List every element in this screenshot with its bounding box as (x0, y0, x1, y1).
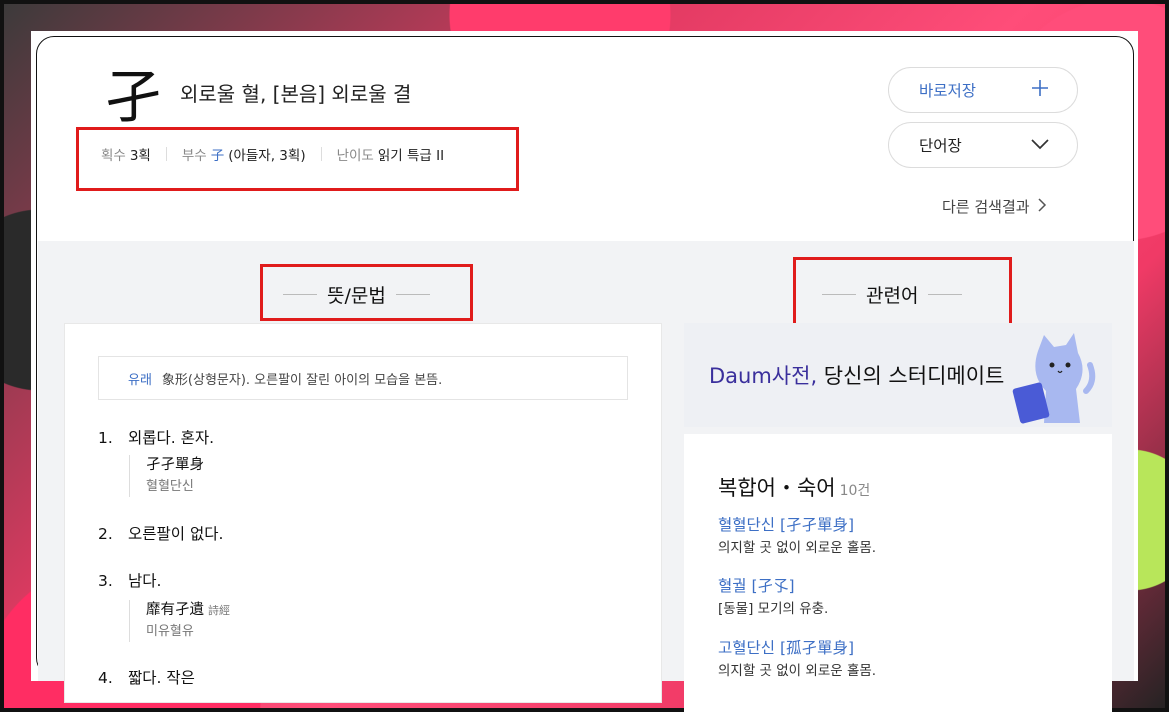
other-results-link[interactable]: 다른 검색결과 (942, 196, 1047, 217)
save-button-label: 바로저장 (919, 82, 977, 100)
related-list-title: 복합어・숙어 10건 (718, 472, 870, 502)
related-word-desc: 의지할 곳 없이 외로운 홀몸. (718, 663, 877, 679)
heading-rule (395, 294, 430, 295)
entry-meta: 획수 3획 부수 子 (아들자, 3획) 난이도 읽기 특급 II (101, 144, 444, 164)
banner-text: 당신의 스터디메이트 (817, 364, 1005, 388)
definition-example[interactable]: 孑孑單身 혈혈단신 (129, 455, 204, 497)
example-source: 詩經 (208, 604, 230, 617)
level-value: 읽기 특급 II (377, 148, 445, 164)
heading-rule (283, 294, 317, 295)
meta-divider (320, 147, 322, 161)
origin-label: 유래 (128, 372, 152, 388)
related-section-heading: 관련어 (822, 281, 963, 308)
banner-brand: Daum사전, (709, 364, 818, 388)
chevron-right-icon (1038, 197, 1047, 216)
heading-rule (822, 294, 856, 295)
definition-example[interactable]: 靡有孑遺 詩經 미유혈유 (129, 600, 230, 642)
banner-slogan: Daum사전, 당신의 스터디메이트 (709, 360, 1004, 390)
radical-link[interactable]: 子 (211, 144, 225, 164)
origin-box: 유래 象形(상형문자). 오른팔이 잘린 아이의 모습을 본뜸. (98, 356, 628, 400)
example-hanja: 靡有孑遺 (146, 602, 204, 618)
related-word-desc: 의지할 곳 없이 외로운 홀몸. (718, 540, 877, 556)
definition-number: 2. (98, 525, 113, 543)
related-title-text: 복합어・숙어 (718, 476, 836, 500)
save-button[interactable]: 바로저장 (888, 67, 1078, 113)
definition-text: 짧다. 작은 (128, 669, 195, 687)
vocab-button-label: 단어장 (919, 137, 962, 155)
related-item: 혈궐 [孑孓] [동물] 모기의 유충. (718, 574, 828, 620)
related-item: 고혈단신 [孤孑單身] 의지할 곳 없이 외로운 홀몸. (718, 636, 876, 682)
meaning-section-heading: 뜻/문법 (283, 281, 430, 308)
example-reading: 혈혈단신 (146, 479, 194, 494)
vocab-dropdown-button[interactable]: 단어장 (888, 122, 1078, 168)
related-item: 혈혈단신 [孑孑單身] 의지할 곳 없이 외로운 홀몸. (718, 513, 876, 559)
related-count: 10건 (839, 483, 871, 499)
related-section-title: 관련어 (866, 285, 919, 307)
definition-text: 외롭다. 혼자. (128, 429, 215, 447)
chevron-down-icon (1031, 136, 1049, 154)
plus-icon (1031, 79, 1049, 101)
meaning-section-title: 뜻/문법 (327, 285, 386, 307)
definition-item: 3. 남다. (98, 569, 161, 591)
definition-text: 남다. (128, 572, 162, 590)
definition-number: 1. (98, 429, 113, 447)
strokes-label: 획수 (101, 148, 126, 164)
related-word-desc: [동물] 모기의 유충. (718, 601, 829, 617)
related-word-link[interactable]: 고혈단신 [孤孑單身] (718, 636, 876, 660)
radical-label: 부수 (181, 148, 207, 164)
radical-value: (아들자, 3획) (228, 148, 306, 164)
heading-rule (928, 294, 963, 295)
definition-item: 4. 짧다. 작은 (98, 666, 195, 688)
definition-item: 2. 오른팔이 없다. (98, 522, 223, 544)
related-word-link[interactable]: 혈혈단신 [孑孑單身] (718, 513, 876, 537)
other-results-label: 다른 검색결과 (942, 198, 1030, 216)
level-label: 난이도 (336, 148, 374, 164)
related-word-link[interactable]: 혈궐 [孑孓] (718, 574, 828, 598)
strokes-value: 3획 (129, 148, 151, 164)
definition-item: 1. 외롭다. 혼자. (98, 426, 214, 448)
definition-number: 4. (98, 669, 113, 687)
origin-text: 象形(상형문자). 오른팔이 잘린 아이의 모습을 본뜸. (161, 372, 443, 388)
meta-divider (165, 147, 167, 161)
example-hanja: 孑孑單身 (146, 457, 204, 473)
entry-hanja: 孑 (104, 63, 163, 131)
definition-text: 오른팔이 없다. (128, 525, 224, 543)
cat-mascot-icon (1012, 333, 1096, 424)
definition-number: 3. (98, 572, 113, 590)
entry-title: 외로울 혈, [본음] 외로울 결 (180, 82, 412, 106)
example-reading: 미유혈유 (146, 624, 194, 639)
